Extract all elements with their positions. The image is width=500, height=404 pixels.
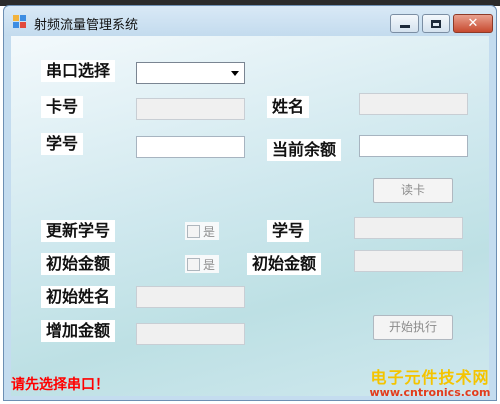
- student-id-field[interactable]: [136, 136, 245, 158]
- init-name-field: [136, 286, 245, 308]
- card-no-label: 卡号: [41, 96, 84, 118]
- update-id-checkbox[interactable]: 是: [185, 222, 220, 240]
- init-amount-input: [355, 252, 462, 272]
- init-amount-checkbox-label: 是: [203, 257, 216, 272]
- title-bar[interactable]: 射频流量管理系统 ✕: [4, 6, 496, 36]
- card-no-field: [136, 98, 245, 120]
- name-label: 姓名: [267, 96, 310, 118]
- port-select[interactable]: [136, 62, 245, 84]
- window-title: 射频流量管理系统: [34, 17, 139, 32]
- balance-input[interactable]: [360, 137, 467, 157]
- watermark-title: 电子元件技术网: [370, 368, 490, 387]
- maximize-icon: [431, 19, 441, 28]
- update-id-label: 更新学号: [41, 220, 116, 242]
- app-icon: [13, 15, 27, 29]
- new-id-input: [355, 219, 462, 239]
- watermark-url: www.cntronics.com: [369, 385, 491, 399]
- start-button[interactable]: 开始执行: [373, 315, 453, 340]
- name-field: [359, 93, 468, 115]
- init-amount-label: 初始金额: [41, 253, 116, 275]
- close-icon: ✕: [467, 16, 479, 31]
- new-id-label: 学号: [267, 220, 310, 242]
- add-amount-input: [137, 325, 244, 345]
- minimize-button[interactable]: [390, 14, 419, 33]
- student-id-label: 学号: [41, 133, 84, 155]
- status-message: 请先选择串口！: [11, 377, 109, 393]
- student-id-input[interactable]: [137, 138, 244, 158]
- add-amount-field: [136, 323, 245, 345]
- site-watermark: 电子元件技术网 www.cntronics.com: [365, 368, 495, 402]
- balance-field[interactable]: [359, 135, 468, 157]
- card-no-input: [137, 100, 244, 120]
- checkbox-icon: [187, 257, 200, 271]
- update-id-checkbox-label: 是: [203, 224, 216, 239]
- maximize-button[interactable]: [422, 14, 450, 33]
- init-name-label: 初始姓名: [41, 286, 116, 308]
- port-label: 串口选择: [41, 60, 116, 82]
- name-input: [360, 95, 467, 115]
- close-button[interactable]: ✕: [453, 14, 493, 33]
- main-window: 射频流量管理系统 ✕ 串口选择 卡号 姓名 学号 当前余额 读卡 更新学号 是 …: [3, 5, 497, 401]
- checkbox-icon: [187, 224, 200, 238]
- read-card-button[interactable]: 读卡: [373, 178, 453, 203]
- form-area: 串口选择 卡号 姓名 学号 当前余额 读卡 更新学号 是 学号 初始金额 是 初…: [11, 36, 489, 396]
- add-amount-label: 增加金额: [41, 320, 116, 342]
- new-id-field: [354, 217, 463, 239]
- chevron-down-icon: [231, 71, 239, 76]
- balance-label: 当前余额: [267, 139, 342, 161]
- init-amount-field: [354, 250, 463, 272]
- init-amount-checkbox[interactable]: 是: [185, 255, 220, 273]
- init-name-input: [137, 288, 244, 308]
- minimize-icon: [399, 25, 410, 28]
- init-amount-label-2: 初始金额: [247, 253, 322, 275]
